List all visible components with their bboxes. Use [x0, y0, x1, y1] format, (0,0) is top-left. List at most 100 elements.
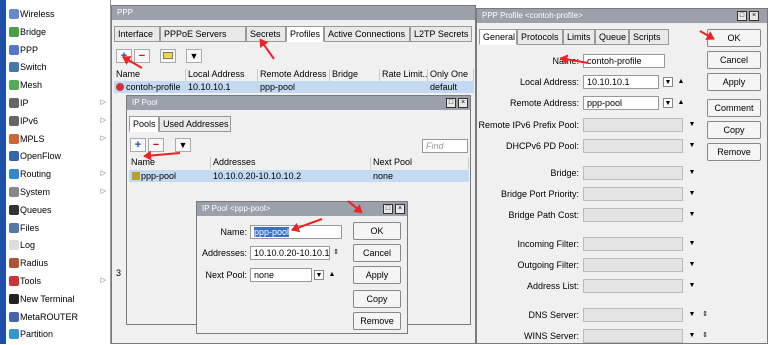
next-pool-select[interactable]: none: [250, 268, 312, 282]
sidebar-item-log[interactable]: Log: [6, 236, 110, 254]
sidebar-item-openflow[interactable]: OpenFlow: [6, 147, 110, 165]
remove-button[interactable]: −: [134, 49, 150, 63]
remote-address-input[interactable]: ppp-pool: [583, 96, 659, 110]
name-input[interactable]: contoh-profile: [583, 54, 665, 68]
close-icon[interactable]: ×: [458, 98, 468, 108]
sidebar-item-system[interactable]: System ▷: [6, 183, 110, 201]
up-icon[interactable]: ▲: [327, 270, 337, 280]
remove-button[interactable]: Remove: [353, 312, 401, 330]
tab-pools[interactable]: Pools: [129, 116, 159, 132]
bridge-path-cost-input[interactable]: [583, 208, 683, 222]
address-list-input[interactable]: [583, 279, 683, 293]
spin-icon[interactable]: ⇕: [331, 248, 341, 258]
dropdown-icon[interactable]: ▼: [687, 120, 697, 130]
up-icon[interactable]: ⇕: [700, 331, 710, 341]
tab-used-addresses[interactable]: Used Addresses: [159, 116, 231, 132]
system-icon: [9, 187, 19, 197]
sidebar-item-routing[interactable]: Routing ▷: [6, 165, 110, 183]
sidebar-item-tools[interactable]: Tools ▷: [6, 272, 110, 290]
dropdown-icon[interactable]: ▼: [687, 310, 697, 320]
tab-profiles[interactable]: Profiles: [286, 26, 324, 42]
restore-icon[interactable]: □: [446, 98, 456, 108]
dns-server-input[interactable]: [583, 308, 683, 322]
apply-button[interactable]: Apply: [707, 73, 761, 91]
sidebar-item-radius[interactable]: Radius: [6, 254, 110, 272]
remote-ipv6-prefix-pool-input[interactable]: [583, 118, 683, 132]
ipv6-icon: [9, 115, 19, 126]
tab-general[interactable]: General: [479, 29, 517, 45]
copy-button[interactable]: Copy: [707, 121, 761, 139]
tab-l2tp-secrets[interactable]: L2TP Secrets: [410, 26, 472, 42]
up-icon[interactable]: ▲: [676, 98, 686, 108]
tab-limits[interactable]: Limits: [563, 29, 595, 45]
tab-scripts[interactable]: Scripts: [629, 29, 669, 45]
files-icon: [9, 222, 19, 233]
ok-button[interactable]: OK: [353, 222, 401, 240]
dropdown-icon[interactable]: ▼: [687, 239, 697, 249]
comment-button[interactable]: [160, 49, 176, 63]
restore-icon[interactable]: □: [383, 204, 393, 214]
tab-interface[interactable]: Interface: [114, 26, 160, 42]
dropdown-icon[interactable]: ▼: [687, 189, 697, 199]
dropdown-icon[interactable]: ▼: [687, 331, 697, 341]
copy-button[interactable]: Copy: [353, 290, 401, 308]
sidebar-item-mpls[interactable]: MPLS ▷: [6, 130, 110, 148]
radius-icon: [9, 258, 19, 269]
apply-button[interactable]: Apply: [353, 266, 401, 284]
close-icon[interactable]: ×: [395, 204, 405, 214]
close-icon[interactable]: ×: [749, 11, 759, 21]
sidebar-item-new-terminal[interactable]: New Terminal: [6, 290, 110, 308]
up-icon[interactable]: ⇕: [700, 310, 710, 320]
sidebar-item-label: MetaROUTER: [20, 311, 79, 322]
sidebar-item-label: Wireless: [20, 9, 55, 19]
outgoing-filter-input[interactable]: [583, 258, 683, 272]
dropdown-icon[interactable]: ▼: [663, 77, 673, 87]
sidebar-item-files[interactable]: Files: [6, 219, 110, 237]
remove-button[interactable]: Remove: [707, 143, 761, 161]
up-icon[interactable]: ▲: [676, 77, 686, 87]
sidebar-item-ipv6[interactable]: IPv6 ▷: [6, 112, 110, 130]
sidebar-item-queues[interactable]: Queues: [6, 201, 110, 219]
sidebar-item-ip[interactable]: IP ▷: [6, 94, 110, 112]
cancel-button[interactable]: Cancel: [353, 244, 401, 262]
cancel-button[interactable]: Cancel: [707, 51, 761, 69]
tab-queue[interactable]: Queue: [595, 29, 629, 45]
field-label-dns-server: DNS Server:: [528, 310, 579, 320]
dhcpv6-pd-pool-input[interactable]: [583, 139, 683, 153]
pool-addresses-input[interactable]: 10.10.0.20-10.10.1: [250, 246, 330, 260]
sidebar-item-ppp[interactable]: PPP: [6, 41, 110, 59]
filter-button[interactable]: ▼: [186, 49, 202, 63]
sidebar-item-bridge[interactable]: Bridge: [6, 23, 110, 41]
restore-icon[interactable]: □: [737, 11, 747, 21]
local-address-input[interactable]: 10.10.10.1: [583, 75, 659, 89]
dropdown-icon[interactable]: ▼: [314, 270, 324, 280]
tab-protocols[interactable]: Protocols: [517, 29, 563, 45]
bridge-port-priority-input[interactable]: [583, 187, 683, 201]
filter-pool-button[interactable]: ▼: [175, 138, 191, 152]
dropdown-icon[interactable]: ▼: [687, 168, 697, 178]
bridge-input[interactable]: [583, 166, 683, 180]
tab-pppoe-servers[interactable]: PPPoE Servers: [160, 26, 246, 42]
table-cell: [332, 81, 382, 93]
sidebar-item-partition[interactable]: Partition: [6, 325, 110, 343]
log-icon: [9, 240, 19, 251]
dropdown-icon[interactable]: ▼: [663, 98, 673, 108]
sidebar-item-mesh[interactable]: Mesh: [6, 76, 110, 94]
dropdown-icon[interactable]: ▼: [687, 281, 697, 291]
comment-button[interactable]: Comment: [707, 99, 761, 117]
dropdown-icon[interactable]: ▼: [687, 210, 697, 220]
table-row[interactable]: contoh-profile 10.10.10.1 ppp-pool default: [114, 81, 474, 93]
tab-active-connections[interactable]: Active Connections: [324, 26, 410, 42]
table-cell: 10.10.0.20-10.10.10.2: [213, 171, 302, 181]
sidebar-item-label: Switch: [20, 62, 47, 73]
find-input[interactable]: Find: [422, 139, 468, 153]
sidebar-item-wireless[interactable]: Wireless: [6, 5, 110, 23]
dropdown-icon[interactable]: ▼: [687, 260, 697, 270]
sidebar-item-metarouter[interactable]: MetaROUTER: [6, 308, 110, 326]
wins-server-input[interactable]: [583, 329, 683, 343]
dropdown-icon[interactable]: ▼: [687, 141, 697, 151]
incoming-filter-input[interactable]: [583, 237, 683, 251]
add-pool-button[interactable]: +: [130, 138, 146, 152]
sidebar-item-switch[interactable]: Switch: [6, 58, 110, 76]
table-row[interactable]: ppp-pool 10.10.0.20-10.10.10.2 none: [129, 170, 469, 182]
